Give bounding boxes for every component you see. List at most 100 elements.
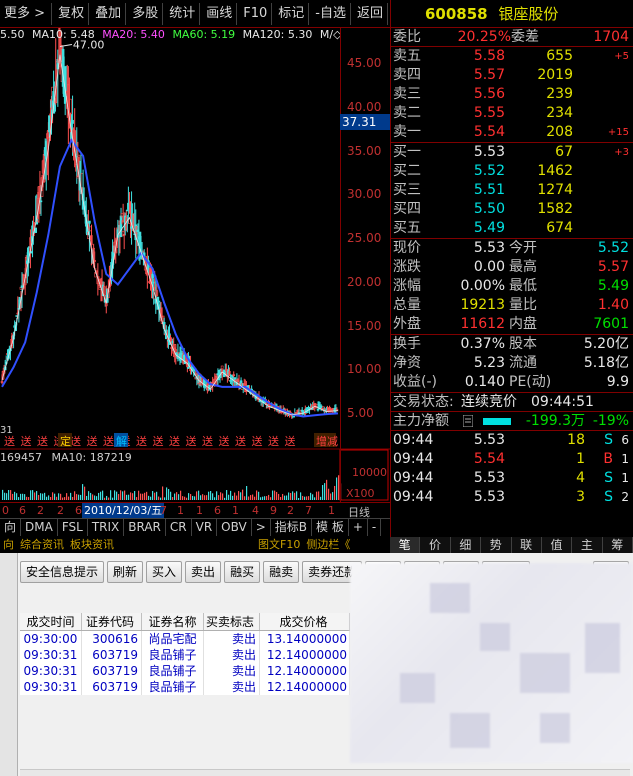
- book-row: 卖三 5.56 239: [391, 85, 633, 104]
- panel-tab[interactable]: 细: [451, 537, 482, 553]
- news-tab[interactable]: 板块资讯: [67, 537, 117, 553]
- trade-button[interactable]: 融卖: [263, 561, 300, 583]
- news-tab[interactable]: 图文F10: [255, 537, 303, 553]
- toolbar-button[interactable]: 统计: [165, 2, 201, 25]
- panel-tab[interactable]: 筹: [603, 537, 633, 553]
- volume-bar: [232, 495, 234, 500]
- trade-button[interactable]: 买入: [146, 561, 183, 583]
- indicator-tab[interactable]: VR: [192, 519, 218, 536]
- table-row[interactable]: 09:30:31 603719 良品铺子 卖出 12.14000000: [20, 663, 350, 679]
- volume-bar: [254, 496, 256, 500]
- table-cell: 卖出: [204, 631, 260, 647]
- event-label: 定: [60, 434, 71, 448]
- panel-tab[interactable]: 值: [542, 537, 573, 553]
- volume-bar: [194, 496, 196, 500]
- indicator-tab[interactable]: 向: [0, 519, 22, 536]
- toolbar-button[interactable]: 多股: [128, 2, 164, 25]
- indicator-tab[interactable]: 指标B: [271, 519, 312, 536]
- volume-bar: [18, 497, 20, 500]
- column-header[interactable]: 证券代码: [82, 613, 142, 630]
- volume-bar: [134, 491, 136, 500]
- net-flow-row: 主力净额 -199.3万 -19%: [391, 412, 633, 431]
- book-price: 5.51: [473, 182, 505, 198]
- volume-bar: [96, 496, 98, 500]
- column-header[interactable]: 买卖标志: [204, 613, 260, 630]
- column-header[interactable]: 成交时间: [20, 613, 82, 630]
- book-row: 买四 5.50 1582: [391, 200, 633, 219]
- volume-bar: [330, 493, 332, 500]
- panel-tab[interactable]: 价: [420, 537, 451, 553]
- news-tab[interactable]: 向: [0, 537, 17, 553]
- volume-bar: [178, 494, 180, 500]
- candle-body: [119, 215, 123, 238]
- table-cell: 09:30:31: [20, 647, 82, 663]
- date-tick: 0: [2, 504, 9, 517]
- panel-tab[interactable]: 主: [572, 537, 603, 553]
- news-tab[interactable]: 侧边栏《: [303, 537, 353, 553]
- volume-bar: [160, 497, 162, 500]
- ma-suffix: M/◇: [319, 28, 340, 41]
- toolbar-button[interactable]: 复权: [54, 2, 90, 25]
- indicator-tab[interactable]: 模 板: [312, 519, 349, 536]
- indicator-tab[interactable]: BRAR: [124, 519, 166, 536]
- trade-button[interactable]: 卖出: [185, 561, 222, 583]
- book-volume: 1462: [537, 163, 573, 179]
- kline-chart[interactable]: 47.0031送送送送送送送送送送送送送送送送送送定解增减: [0, 28, 390, 503]
- volume-bar: [180, 490, 182, 500]
- volume-bar: [248, 496, 250, 500]
- volume-bar: [144, 492, 146, 500]
- volume-bar: [278, 493, 280, 500]
- table-row[interactable]: 09:30:31 603719 良品铺子 卖出 12.14000000: [20, 679, 350, 695]
- indicator-tab[interactable]: DMA: [21, 519, 58, 536]
- news-tab[interactable]: 综合资讯: [17, 537, 67, 553]
- toolbar-button[interactable]: 画线: [202, 2, 238, 25]
- tick-side: B: [603, 451, 613, 467]
- indicator-tab[interactable]: OBV: [217, 519, 252, 536]
- volume-bar: [52, 492, 54, 500]
- trade-status-label: 交易状态:: [393, 394, 454, 410]
- stat-label: PE(动): [509, 374, 552, 390]
- ma-price: 5.50: [0, 28, 25, 41]
- column-header[interactable]: 成交价格: [260, 613, 350, 630]
- price-tick: 40.00: [347, 99, 382, 114]
- indicator-tab[interactable]: +: [349, 519, 368, 536]
- volume-bar: [62, 497, 64, 500]
- stat-value: 5.23: [473, 355, 505, 371]
- toolbar-button[interactable]: 更多 >: [0, 2, 53, 25]
- panel-tab[interactable]: 势: [481, 537, 512, 553]
- ma-line: 5.50 MA10: 5.48 MA20: 5.40 MA60: 5.19 MA…: [0, 28, 340, 42]
- book-volume: 239: [546, 86, 573, 102]
- volume-bar: [24, 494, 26, 500]
- toolbar-button[interactable]: F10: [239, 2, 273, 25]
- horizontal-scrollbar[interactable]: [20, 769, 630, 776]
- toolbar-button[interactable]: 叠加: [91, 2, 127, 25]
- stat-label: 现价: [393, 240, 421, 256]
- toolbar-button[interactable]: -自选: [311, 2, 351, 25]
- volume-bar: [78, 494, 80, 500]
- volume-bar: [50, 497, 52, 500]
- indicator-tab[interactable]: >: [252, 519, 271, 536]
- trade-button[interactable]: 刷新: [107, 561, 144, 583]
- indicator-tab[interactable]: -: [368, 519, 382, 536]
- toolbar-button[interactable]: 标记: [274, 2, 310, 25]
- panel-tab[interactable]: 联: [512, 537, 542, 553]
- column-header[interactable]: 证券名称: [142, 613, 204, 630]
- trade-button[interactable]: 安全信息提示: [20, 561, 105, 583]
- table-row[interactable]: 09:30:31 603719 良品铺子 卖出 12.14000000: [20, 647, 350, 663]
- volume-bar: [92, 494, 94, 500]
- stat-row: 外盘 11612 内盘 7601: [391, 315, 633, 334]
- trade-button[interactable]: 融买: [224, 561, 261, 583]
- indicator-tab[interactable]: TRIX: [88, 519, 125, 536]
- volume-bar: [12, 493, 14, 500]
- volume-bar: [328, 488, 330, 500]
- stat-value: 7601: [593, 316, 629, 332]
- volume-bar: [44, 492, 46, 500]
- volume-bar: [176, 492, 178, 500]
- indicator-tab[interactable]: CR: [166, 519, 192, 536]
- toolbar-button[interactable]: 返回: [353, 2, 388, 25]
- panel-tab[interactable]: 笔: [390, 537, 421, 553]
- table-row[interactable]: 09:30:00 300616 尚品宅配 卖出 13.14000000: [20, 631, 350, 647]
- book-volume: 234: [546, 105, 573, 121]
- indicator-tab[interactable]: FSL: [58, 519, 88, 536]
- volume-bar: [48, 495, 50, 500]
